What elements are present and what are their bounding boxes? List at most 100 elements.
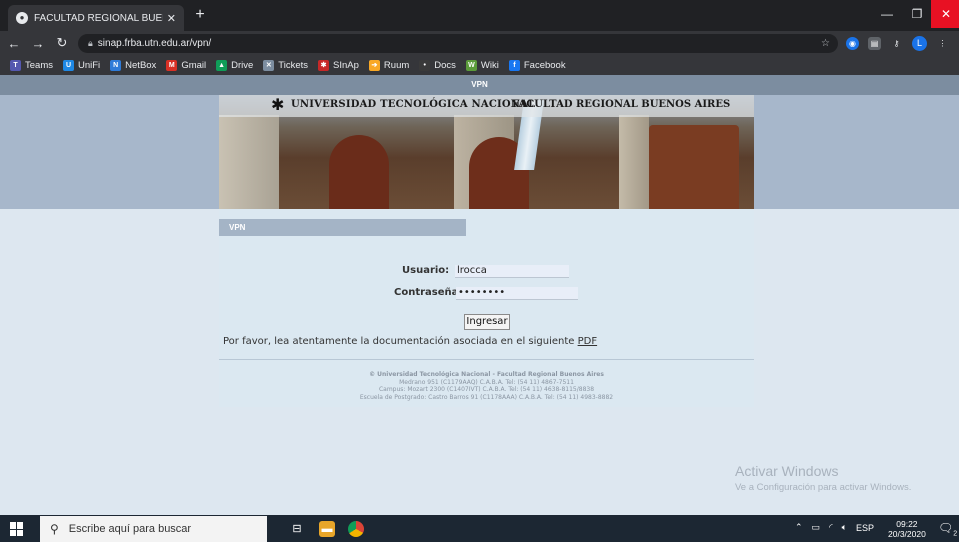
bookmark-tickets[interactable]: ✕ Tickets [263,59,309,71]
system-tray: ⌃ ▭ ◜ 🔈︎ ESP [795,522,874,533]
menu-icon[interactable]: ⋮ [936,37,949,50]
lock-icon: 🔒︎ [88,38,93,48]
notification-count: 2 [953,530,958,538]
tab-close-button[interactable]: ✕ [167,12,176,25]
search-placeholder: Escribe aquí para buscar [68,523,192,535]
activate-windows-watermark: Activar Windows Ve a Configuración para … [735,463,911,493]
ruum-icon: ➔ [368,59,380,71]
page-topbar: VPN [0,75,959,95]
bookmark-label: Docs [434,59,456,71]
clock-date: 20/3/2020 [888,529,926,539]
facebook-icon: f [508,59,520,71]
task-view-icon[interactable]: ⊟ [289,521,305,537]
wiki-icon: W [465,59,477,71]
footer-line: Campus: Mozart 2300 (C1407IVT) C.A.B.A. … [378,386,595,393]
address-bar[interactable]: 🔒︎ sinap.frba.utn.edu.ar/vpn/ ☆ [78,34,838,53]
bookmark-sinap[interactable]: ✱ SInAp [318,59,359,71]
key-icon[interactable]: ⚷ [890,37,903,50]
banner-door [649,125,739,209]
bookmark-docs[interactable]: • Docs [419,59,456,71]
new-tab-button[interactable]: + [190,5,210,25]
bookmark-gmail[interactable]: M Gmail [166,59,207,71]
watermark-title: Activar Windows [735,463,839,479]
browser-toolbar: ← → ↻ 🔒︎ sinap.frba.utn.edu.ar/vpn/ ☆ ◉ ▤… [0,31,959,55]
tickets-icon: ✕ [263,59,275,71]
windows-start-icon[interactable] [10,522,24,536]
bookmark-label: Teams [25,59,53,71]
tab-title: FACULTAD REGIONAL BUENOS A [34,12,163,24]
banner-pillar [219,115,279,209]
language-indicator[interactable]: ESP [856,523,874,533]
browser-tab[interactable]: ● FACULTAD REGIONAL BUENOS A ✕ [8,5,184,31]
page-footer: © Universidad Tecnológica Nacional - Fac… [219,371,754,401]
extensions-area: ◉ ▤ ⚷ L ⋮ [846,36,949,51]
bookmark-label: Gmail [181,59,207,71]
faculty-name: FACULTAD REGIONAL BUENOS AIRES [512,99,731,110]
close-window-button[interactable]: ✕ [931,0,959,28]
footer-line: © Universidad Tecnológica Nacional - Fac… [369,371,604,378]
chrome-icon[interactable] [346,521,366,537]
bookmark-ruum[interactable]: ➔ Ruum [368,59,409,71]
bookmark-wiki[interactable]: W Wiki [465,59,499,71]
netbox-icon: N [110,59,122,71]
search-icon: ⚲ [50,522,59,536]
url-text: sinap.frba.utn.edu.ar/vpn/ [97,38,212,49]
profile-avatar[interactable]: L [912,36,927,51]
bookmark-label: Drive [231,59,254,71]
banner-headline: ✱ UNIVERSIDAD TECNOLÓGICA NACIONAL FACUL… [219,95,754,117]
reload-icon[interactable]: ↻ [52,35,72,51]
volume-icon[interactable]: 🔈︎ [842,522,847,533]
bookmark-label: Wiki [480,59,499,71]
wifi-icon[interactable]: ◜ [829,522,833,533]
footer-line: Escuela de Postgrado: Castro Barros 91 (… [359,393,614,401]
bookmark-facebook[interactable]: f Facebook [508,59,566,71]
password-input[interactable]: •••••••• [456,287,578,300]
bookmark-unifi[interactable]: U UniFi [62,59,101,71]
windows-taskbar: ⚲ Escribe aquí para buscar ⊟ ▬ ⌃ ▭ ◜ 🔈︎ … [0,515,959,542]
drive-icon: ▲ [216,59,228,71]
back-icon[interactable]: ← [4,36,24,51]
note-text: Por favor, lea atentamente la documentac… [223,336,578,347]
watermark-subtitle: Ve a Configuración para activar Windows. [735,482,912,493]
web-page: VPN ✱ UNIVERSIDAD TECNOLÓGICA NACIONAL F… [0,75,959,515]
panel-header: VPN [219,219,466,236]
documentation-note: Por favor, lea atentamente la documentac… [223,336,597,347]
file-explorer-icon[interactable]: ▬ [319,521,335,537]
browser-tab-strip: ● FACULTAD REGIONAL BUENOS A ✕ + — ❐ ✕ [0,0,959,31]
bookmark-label: Tickets [278,59,309,71]
chevron-up-icon[interactable]: ⌃ [795,522,803,533]
bookmark-star-icon[interactable]: ☆ [821,34,830,53]
forward-icon[interactable]: → [28,36,48,51]
extension-icon[interactable]: ▤ [868,37,881,50]
notifications-icon[interactable]: 🗨︎2 [938,521,957,537]
header-banner: ✱ UNIVERSIDAD TECNOLÓGICA NACIONAL FACUL… [219,95,754,209]
divider [219,359,754,360]
docs-icon: • [419,59,431,71]
gmail-icon: M [166,59,178,71]
bookmark-netbox[interactable]: N NetBox [110,59,157,71]
network-icon[interactable]: ▭ [812,522,821,533]
clock-time: 09:22 [896,519,918,529]
bookmark-label: NetBox [125,59,157,71]
minimize-button[interactable]: — [872,0,902,28]
password-label: Contraseña: [394,287,463,298]
taskbar-search[interactable]: ⚲ Escribe aquí para buscar [40,516,267,542]
banner-pillar [619,115,649,209]
extension-icon[interactable]: ◉ [846,37,859,50]
ingresar-button[interactable]: Ingresar [464,314,510,330]
pdf-link[interactable]: PDF [578,336,597,347]
bookmark-label: Facebook [523,59,566,71]
login-content: VPN Usuario: lrocca Contraseña: ••••••••… [219,209,754,407]
maximize-button[interactable]: ❐ [902,0,932,28]
globe-icon: ● [16,12,28,24]
usuario-input[interactable]: lrocca [455,265,569,278]
sinap-icon: ✱ [318,59,330,71]
bookmark-drive[interactable]: ▲ Drive [216,59,254,71]
bookmark-label: UniFi [77,59,101,71]
footer-line: Medrano 951 (C1179AAQ) C.A.B.A. Tel: (54… [399,378,574,386]
banner-door [329,135,389,209]
usuario-label: Usuario: [402,265,450,276]
bookmark-teams[interactable]: T Teams [10,59,53,71]
university-name: UNIVERSIDAD TECNOLÓGICA NACIONAL [291,99,536,110]
taskbar-clock[interactable]: 09:22 20/3/2020 [888,519,926,539]
